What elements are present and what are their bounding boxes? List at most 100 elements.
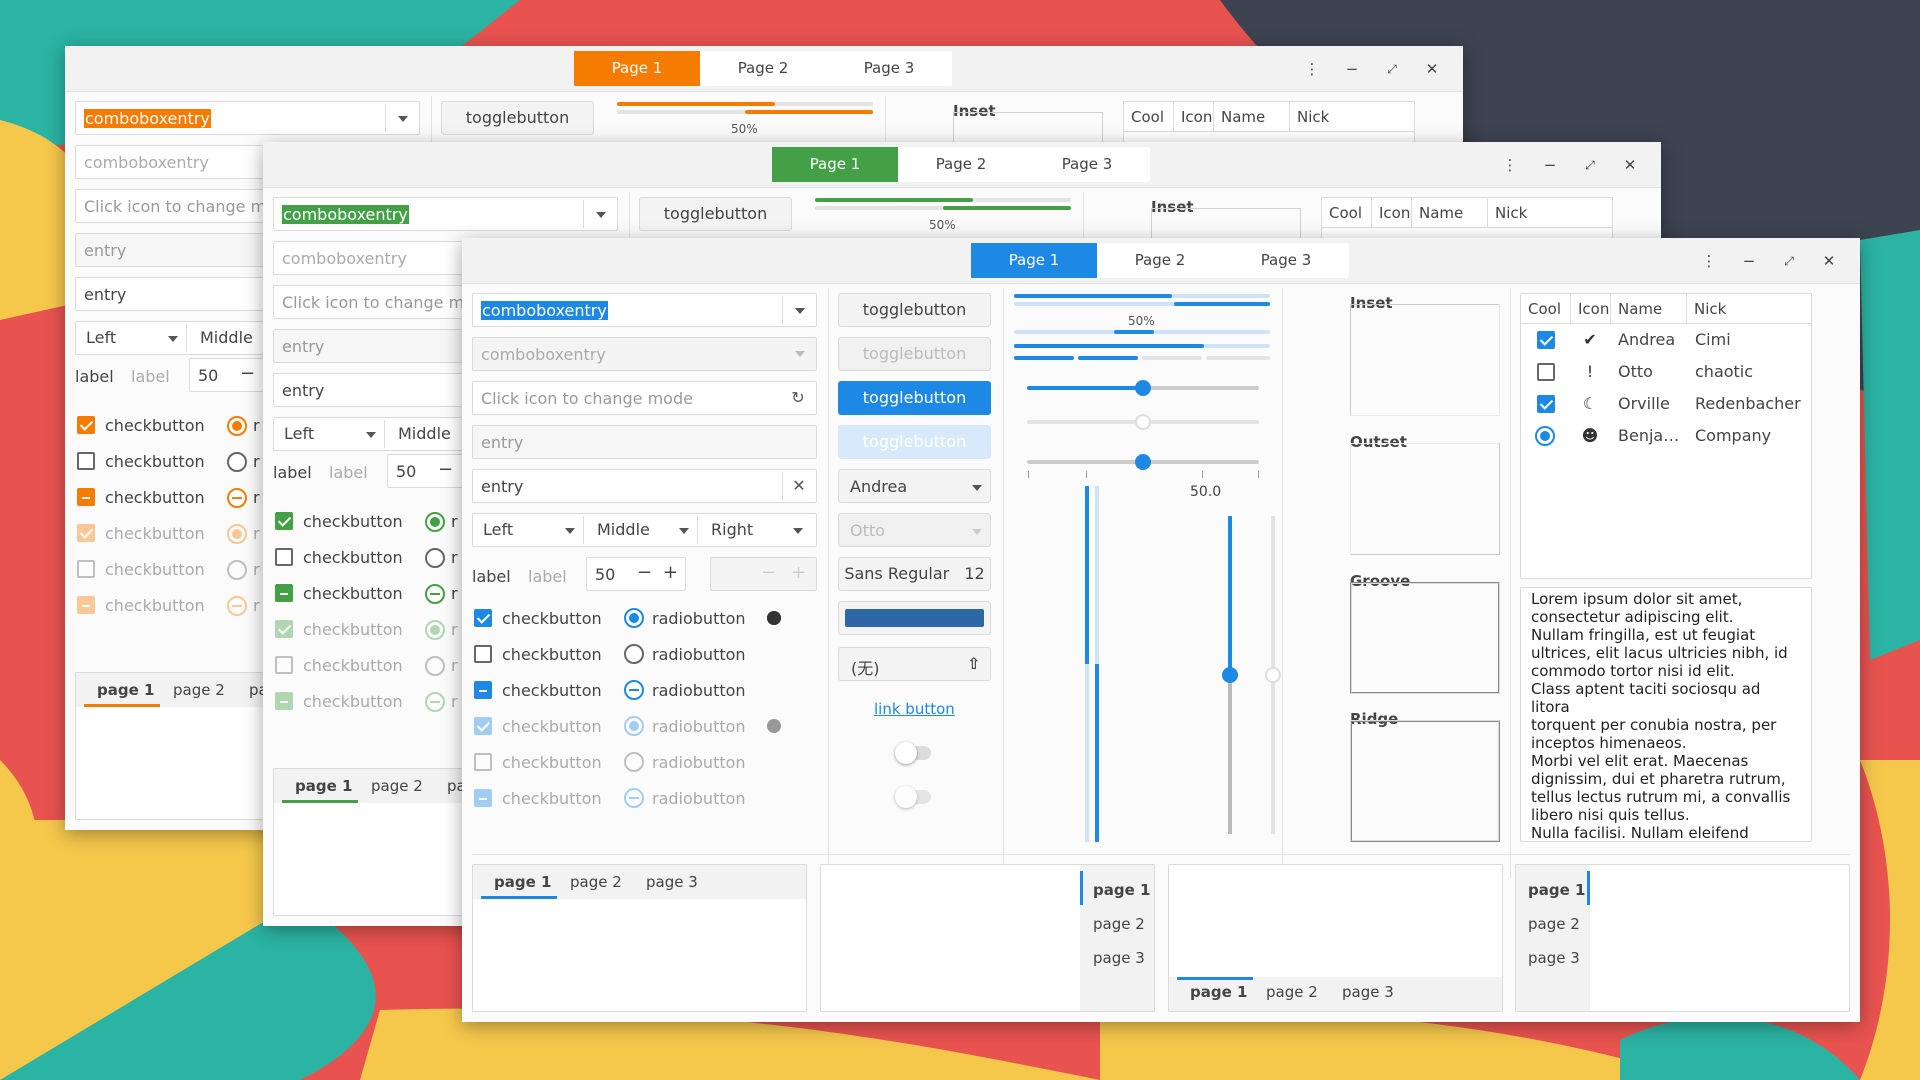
file-chooser-button[interactable]: (无) ⇧ <box>838 647 991 681</box>
notebook-tab-page-2[interactable]: page 2 <box>173 681 225 699</box>
spin-button[interactable]: 50 − + <box>586 557 686 591</box>
radiobutton-checked[interactable] <box>624 608 644 628</box>
checkbutton[interactable] <box>77 416 95 434</box>
column-header-cool[interactable]: Cool <box>1124 102 1174 132</box>
entry[interactable]: entry <box>472 469 817 503</box>
column-header-nick[interactable]: Nick <box>1290 102 1414 132</box>
align-left-button[interactable]: Left <box>86 328 116 347</box>
notebook-tab-page-1[interactable]: page 1 <box>494 873 551 891</box>
togglebutton[interactable]: togglebutton <box>838 293 991 327</box>
tree-row-checkbox[interactable] <box>1537 395 1555 413</box>
tab-page-2[interactable]: Page 2 <box>1097 243 1223 278</box>
notebook-tab-page-3[interactable]: page 3 <box>646 873 698 891</box>
notebook-tab-page-2[interactable]: page 2 <box>371 777 423 795</box>
column-header-name[interactable]: Name <box>1611 294 1687 324</box>
plus-icon[interactable]: + <box>663 562 678 583</box>
tab-page-2[interactable]: Page 2 <box>700 51 826 86</box>
font-button[interactable]: Sans Regular 12 <box>838 557 991 591</box>
notebook-tab-page-1[interactable]: page 1 <box>1190 983 1247 1001</box>
notebook-tab-page-3[interactable]: page 3 <box>1093 949 1145 967</box>
checkbutton[interactable] <box>275 584 293 602</box>
combobox-andrea[interactable]: Andrea <box>838 469 991 503</box>
vertical-scale-handle[interactable] <box>1222 667 1238 683</box>
radiobutton[interactable] <box>227 416 247 436</box>
maximize-icon[interactable]: ⤢ <box>1778 250 1800 272</box>
link-button[interactable]: link button <box>874 700 955 718</box>
radiobutton[interactable] <box>425 548 445 568</box>
maximize-icon[interactable]: ⤢ <box>1381 58 1403 80</box>
tree-row-checkbox[interactable] <box>1537 363 1555 381</box>
column-header-nick[interactable]: Nick <box>1488 198 1612 228</box>
radiobutton[interactable] <box>227 488 247 508</box>
checkbutton[interactable] <box>77 488 95 506</box>
notebook-tab-page-3[interactable]: page 3 <box>1342 983 1394 1001</box>
close-icon[interactable]: ✕ <box>1421 58 1443 80</box>
combobox-entry[interactable]: comboboxentry <box>273 197 618 231</box>
column-header-nick[interactable]: Nick <box>1687 294 1811 324</box>
notebook-tab-page-2[interactable]: page 2 <box>1093 915 1145 933</box>
checkbutton-mixed[interactable] <box>474 681 492 699</box>
notebook-tab-page-3[interactable]: page 3 <box>1528 949 1580 967</box>
minimize-icon[interactable]: − <box>1341 58 1363 80</box>
tree-row-checkbox[interactable] <box>1537 331 1555 349</box>
radiobutton[interactable] <box>425 584 445 604</box>
column-header-icon[interactable]: Icon <box>1174 102 1214 132</box>
chevron-down-icon[interactable] <box>398 116 408 122</box>
align-middle-button[interactable]: Middle <box>597 520 650 539</box>
notebook-tab-page-1[interactable]: page 1 <box>295 777 352 795</box>
scale-slider-handle[interactable] <box>1135 380 1151 396</box>
tab-page-3[interactable]: Page 3 <box>1024 147 1150 182</box>
tab-page-2[interactable]: Page 2 <box>898 147 1024 182</box>
align-middle-button[interactable]: Middle <box>398 424 451 443</box>
scale-slider-handle[interactable] <box>1135 454 1151 470</box>
menu-icon[interactable]: ⋮ <box>1499 154 1521 176</box>
column-header-cool[interactable]: Cool <box>1322 198 1372 228</box>
checkbutton-unchecked[interactable] <box>474 645 492 663</box>
tab-page-3[interactable]: Page 3 <box>826 51 952 86</box>
menu-icon[interactable]: ⋮ <box>1301 58 1323 80</box>
notebook-tab-page-1[interactable]: page 1 <box>1528 881 1585 899</box>
clear-icon[interactable]: ✕ <box>790 476 808 495</box>
radiobutton[interactable] <box>425 512 445 532</box>
column-header-name[interactable]: Name <box>1412 198 1488 228</box>
tab-page-1[interactable]: Page 1 <box>772 147 898 182</box>
entry-placeholder[interactable]: entry <box>472 425 817 459</box>
togglebutton[interactable]: togglebutton <box>639 197 792 231</box>
align-right-button[interactable]: Right <box>711 520 753 539</box>
checkbutton[interactable] <box>275 512 293 530</box>
notebook-tab-page-1[interactable]: page 1 <box>97 681 154 699</box>
chevron-down-icon[interactable] <box>596 212 606 218</box>
minus-icon[interactable]: − <box>637 562 652 583</box>
togglebutton-active[interactable]: togglebutton <box>838 381 991 415</box>
align-left-button[interactable]: Left <box>284 424 314 443</box>
combobox-entry[interactable]: comboboxentry <box>472 293 817 327</box>
column-header-icon[interactable]: Icon <box>1372 198 1412 228</box>
tab-page-1[interactable]: Page 1 <box>574 51 700 86</box>
column-header-cool[interactable]: Cool <box>1521 294 1571 324</box>
color-button[interactable] <box>838 601 991 635</box>
close-icon[interactable]: ✕ <box>1619 154 1641 176</box>
radiobutton-mixed[interactable] <box>624 680 644 700</box>
minimize-icon[interactable]: − <box>1738 250 1760 272</box>
minus-icon[interactable]: − <box>438 459 453 480</box>
notebook-tab-page-1[interactable]: page 1 <box>1093 881 1150 899</box>
menu-icon[interactable]: ⋮ <box>1698 250 1720 272</box>
notebook-tab-page-2[interactable]: page 2 <box>1528 915 1580 933</box>
minus-icon[interactable]: − <box>240 363 255 384</box>
radiobutton[interactable] <box>227 452 247 472</box>
column-header-icon[interactable]: Icon <box>1571 294 1611 324</box>
tab-page-1[interactable]: Page 1 <box>971 243 1097 278</box>
notebook-tab-page-2[interactable]: page 2 <box>570 873 622 891</box>
close-icon[interactable]: ✕ <box>1818 250 1840 272</box>
checkbutton-checked[interactable] <box>474 609 492 627</box>
togglebutton[interactable]: togglebutton <box>441 101 594 135</box>
column-header-name[interactable]: Name <box>1214 102 1290 132</box>
chevron-down-icon[interactable] <box>795 308 805 314</box>
mode-entry[interactable]: Click icon to change mode <box>472 381 817 415</box>
refresh-icon[interactable]: ↻ <box>789 388 807 407</box>
combobox-entry[interactable]: comboboxentry <box>75 101 420 135</box>
maximize-icon[interactable]: ⤢ <box>1579 154 1601 176</box>
tab-page-3[interactable]: Page 3 <box>1223 243 1349 278</box>
minimize-icon[interactable]: − <box>1539 154 1561 176</box>
align-left-button[interactable]: Left <box>483 520 513 539</box>
